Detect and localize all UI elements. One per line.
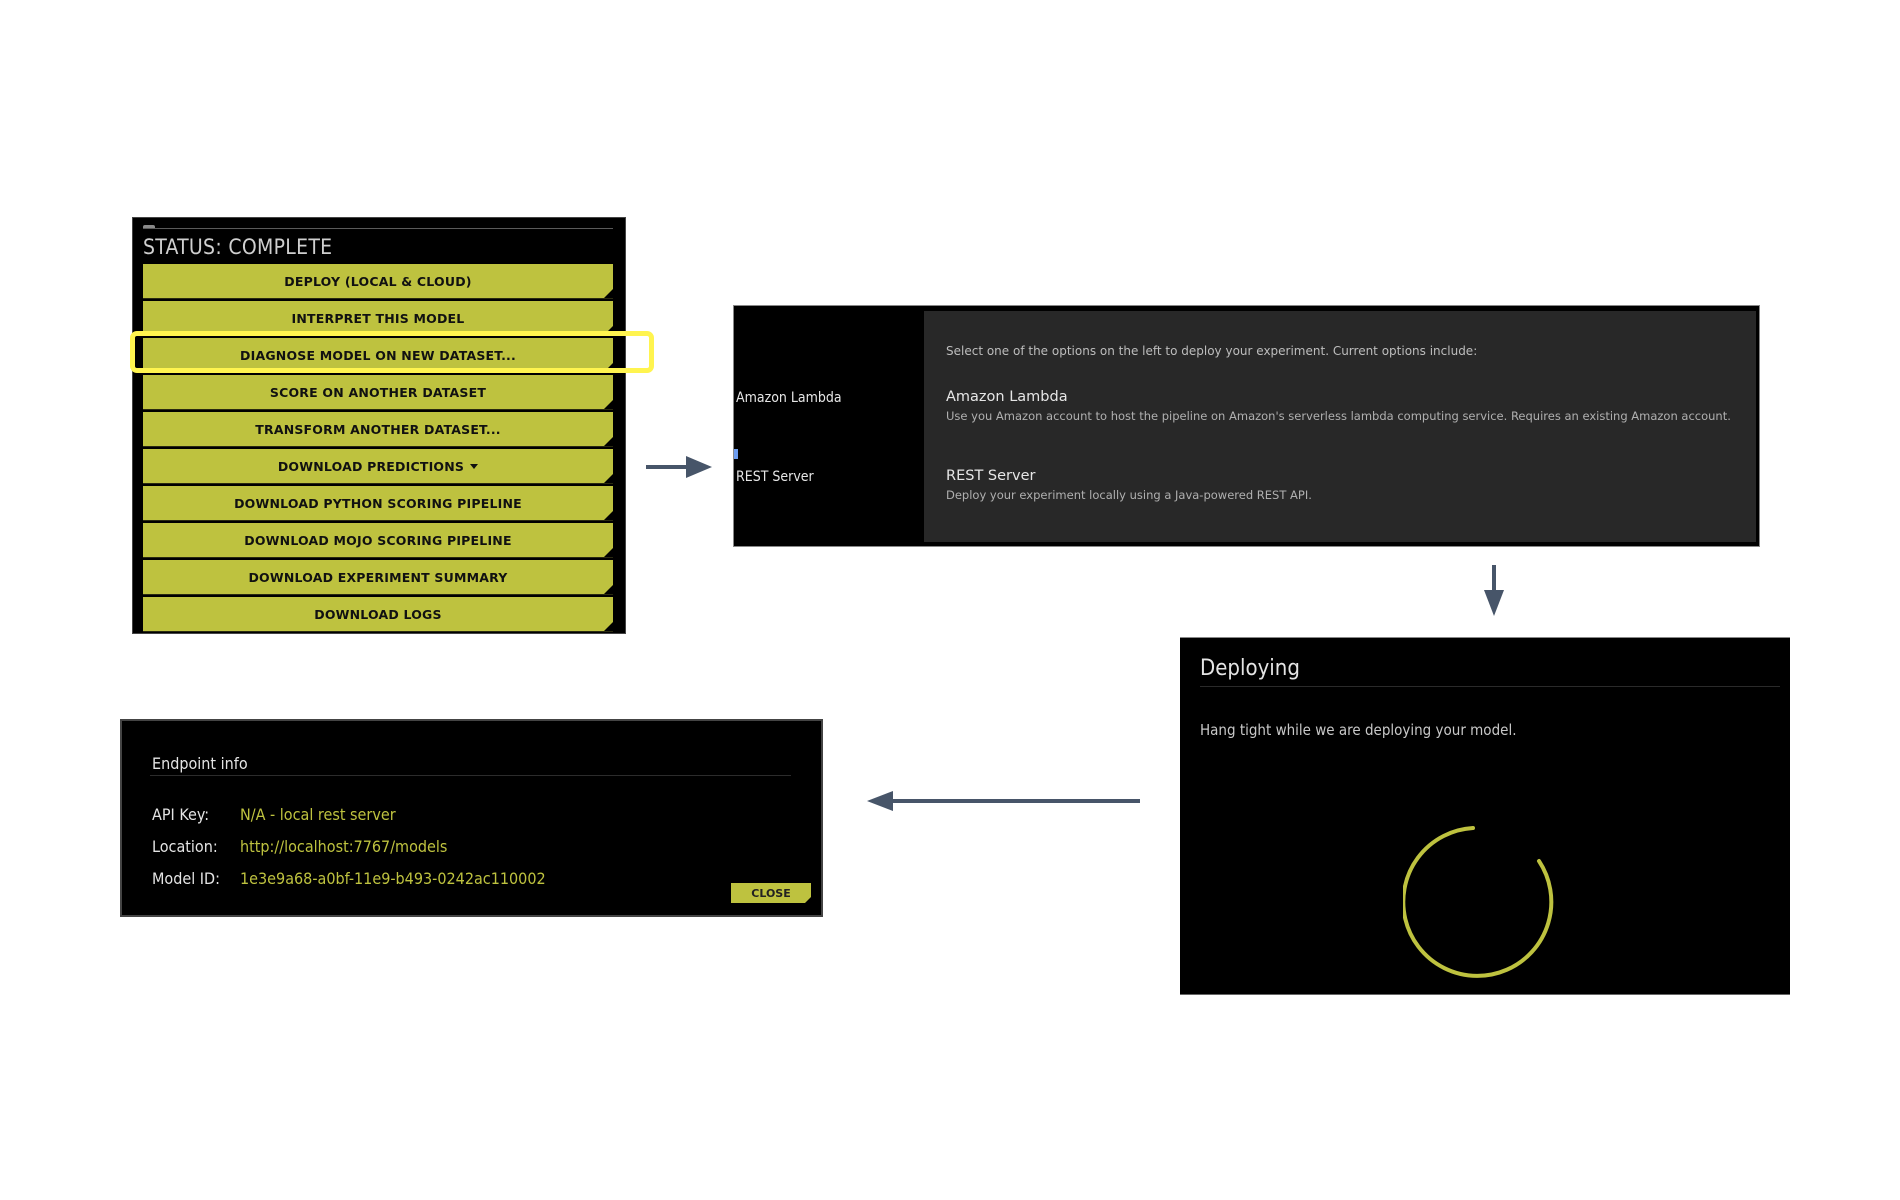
button-label: SCORE ON ANOTHER DATASET bbox=[269, 384, 487, 400]
status-title: STATUS: COMPLETE bbox=[143, 235, 333, 259]
endpoint-title: Endpoint info bbox=[152, 754, 248, 773]
deploy-sidebar: Amazon Lambda REST Server bbox=[734, 306, 922, 546]
button-label: DOWNLOAD PYTHON SCORING PIPELINE bbox=[234, 495, 522, 511]
option-title-rest-server: REST Server bbox=[946, 468, 1036, 484]
location-value[interactable]: http://localhost:7767/models bbox=[240, 837, 447, 856]
deploy-options-panel: Amazon Lambda REST Server Select one of … bbox=[733, 305, 1760, 547]
arrow-left-icon bbox=[866, 790, 1140, 812]
api-key-value: N/A - local rest server bbox=[240, 805, 396, 824]
model-id-value: 1e3e9a68-a0bf-11e9-b493-0242ac110002 bbox=[240, 869, 546, 888]
deploying-title: Deploying bbox=[1200, 656, 1300, 681]
api-key-label: API Key: bbox=[152, 805, 210, 824]
deploy-intro-text: Select one of the options on the left to… bbox=[946, 344, 1478, 358]
option-title-amazon-lambda: Amazon Lambda bbox=[946, 389, 1068, 405]
api-key-row: API Key: N/A - local rest server bbox=[152, 805, 396, 824]
button-label: DOWNLOAD LOGS bbox=[314, 606, 442, 622]
loading-spinner-icon bbox=[1401, 823, 1563, 992]
button-label: DOWNLOAD MOJO SCORING PIPELINE bbox=[244, 532, 512, 548]
sidebar-item-rest-server[interactable]: REST Server bbox=[736, 469, 814, 485]
score-dataset-button[interactable]: SCORE ON ANOTHER DATASET bbox=[143, 375, 613, 410]
download-logs-button[interactable]: DOWNLOAD LOGS bbox=[143, 597, 613, 632]
deploying-panel: Deploying Hang tight while we are deploy… bbox=[1180, 637, 1790, 995]
sidebar-item-amazon-lambda[interactable]: Amazon Lambda bbox=[736, 390, 842, 406]
arrow-down-icon bbox=[1483, 565, 1505, 617]
interpret-model-button[interactable]: INTERPRET THIS MODEL bbox=[143, 301, 613, 336]
model-id-label: Model ID: bbox=[152, 869, 220, 888]
deploy-button[interactable]: DEPLOY (LOCAL & CLOUD) bbox=[143, 264, 613, 299]
button-label: DOWNLOAD EXPERIMENT SUMMARY bbox=[248, 569, 508, 585]
button-label: TRANSFORM ANOTHER DATASET... bbox=[255, 421, 501, 437]
download-predictions-button[interactable]: DOWNLOAD PREDICTIONS bbox=[143, 449, 613, 484]
deploying-message: Hang tight while we are deploying your m… bbox=[1200, 721, 1517, 739]
deploy-description: Select one of the options on the left to… bbox=[924, 311, 1756, 542]
location-row: Location: http://localhost:7767/models bbox=[152, 837, 447, 856]
title-divider bbox=[1200, 686, 1780, 687]
close-button[interactable]: CLOSE bbox=[731, 883, 811, 903]
endpoint-info-panel: Endpoint info API Key: N/A - local rest … bbox=[120, 719, 823, 917]
caret-down-icon bbox=[470, 463, 479, 469]
download-experiment-summary-button[interactable]: DOWNLOAD EXPERIMENT SUMMARY bbox=[143, 560, 613, 595]
arrow-right-icon bbox=[646, 454, 714, 480]
option-desc-amazon-lambda: Use you Amazon account to host the pipel… bbox=[946, 409, 1731, 423]
download-mojo-pipeline-button[interactable]: DOWNLOAD MOJO SCORING PIPELINE bbox=[143, 523, 613, 558]
option-desc-rest-server: Deploy your experiment locally using a J… bbox=[946, 488, 1312, 502]
status-panel: STATUS: COMPLETE DEPLOY (LOCAL & CLOUD) … bbox=[132, 217, 626, 634]
selection-marker bbox=[734, 449, 738, 459]
button-label: DIAGNOSE MODEL ON NEW DATASET... bbox=[240, 347, 516, 363]
download-python-pipeline-button[interactable]: DOWNLOAD PYTHON SCORING PIPELINE bbox=[143, 486, 613, 521]
diagnose-model-button[interactable]: DIAGNOSE MODEL ON NEW DATASET... bbox=[143, 338, 613, 373]
panel-divider bbox=[143, 228, 613, 229]
button-label: DEPLOY (LOCAL & CLOUD) bbox=[284, 273, 472, 289]
model-id-row: Model ID: 1e3e9a68-a0bf-11e9-b493-0242ac… bbox=[152, 869, 546, 888]
title-divider bbox=[150, 775, 791, 776]
transform-dataset-button[interactable]: TRANSFORM ANOTHER DATASET... bbox=[143, 412, 613, 447]
location-label: Location: bbox=[152, 837, 218, 856]
button-label: INTERPRET THIS MODEL bbox=[291, 310, 465, 326]
button-label: DOWNLOAD PREDICTIONS bbox=[277, 458, 465, 474]
action-menu: DEPLOY (LOCAL & CLOUD) INTERPRET THIS MO… bbox=[143, 264, 613, 634]
